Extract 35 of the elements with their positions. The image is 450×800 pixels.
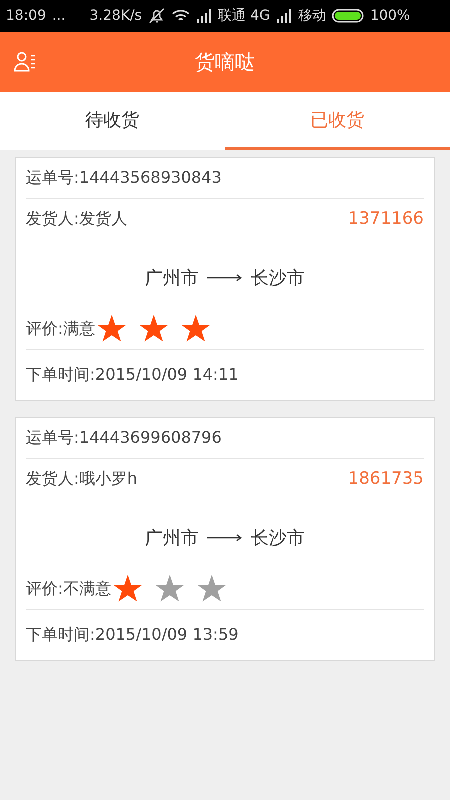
carrier-label: 移动 (298, 7, 326, 25)
network-speed: 3.28K/s (90, 8, 142, 24)
destination-city: 长沙市 (251, 267, 305, 290)
signal-icon (196, 9, 212, 23)
signal-icon (276, 9, 292, 23)
order-card[interactable]: 运单号:14443568930843 发货人:发货人 1371166 广州市 长沙市 评价:满意 下单时间:2015/10/09 14:11 (15, 157, 435, 401)
battery-icon (332, 9, 364, 23)
order-time: 下单时间:2015/10/09 14:11 (26, 364, 239, 386)
app-title: 货嘀哒 (195, 48, 255, 76)
origin-city: 广州市 (145, 527, 199, 550)
star-icon (113, 575, 144, 603)
shipper-name: 发货人:发货人 (26, 208, 128, 230)
waybill-number: 运单号:14443699608796 (26, 428, 222, 448)
order-time: 下单时间:2015/10/09 13:59 (26, 624, 239, 646)
star-icon (97, 315, 128, 343)
bell-off-icon (148, 8, 166, 24)
shipper-name: 发货人:哦小罗h (26, 468, 138, 490)
rating-label: 评价:满意 (26, 318, 96, 340)
origin-city: 广州市 (145, 267, 199, 290)
waybill-number: 运单号:14443568930843 (26, 168, 222, 188)
star-icon (181, 315, 212, 343)
destination-city: 长沙市 (251, 527, 305, 550)
star-icon (155, 575, 186, 603)
wifi-icon (172, 9, 190, 23)
star-icon (197, 575, 228, 603)
star-icon (139, 315, 170, 343)
battery-percent: 100% (370, 8, 410, 24)
order-card[interactable]: 运单号:14443699608796 发货人:哦小罗h 1861735 广州市 长沙市 评价:不满意 下单时间:2015/10/09 13:59 (15, 417, 435, 661)
carrier-label: 联通 4G (218, 7, 270, 25)
arrow-icon (207, 534, 243, 542)
clock: 18:09 (6, 8, 46, 24)
rating-label: 评价:不满意 (26, 578, 112, 600)
user-list-icon[interactable] (14, 51, 36, 73)
arrow-icon (207, 274, 243, 282)
notification-dots: ... (52, 8, 66, 24)
